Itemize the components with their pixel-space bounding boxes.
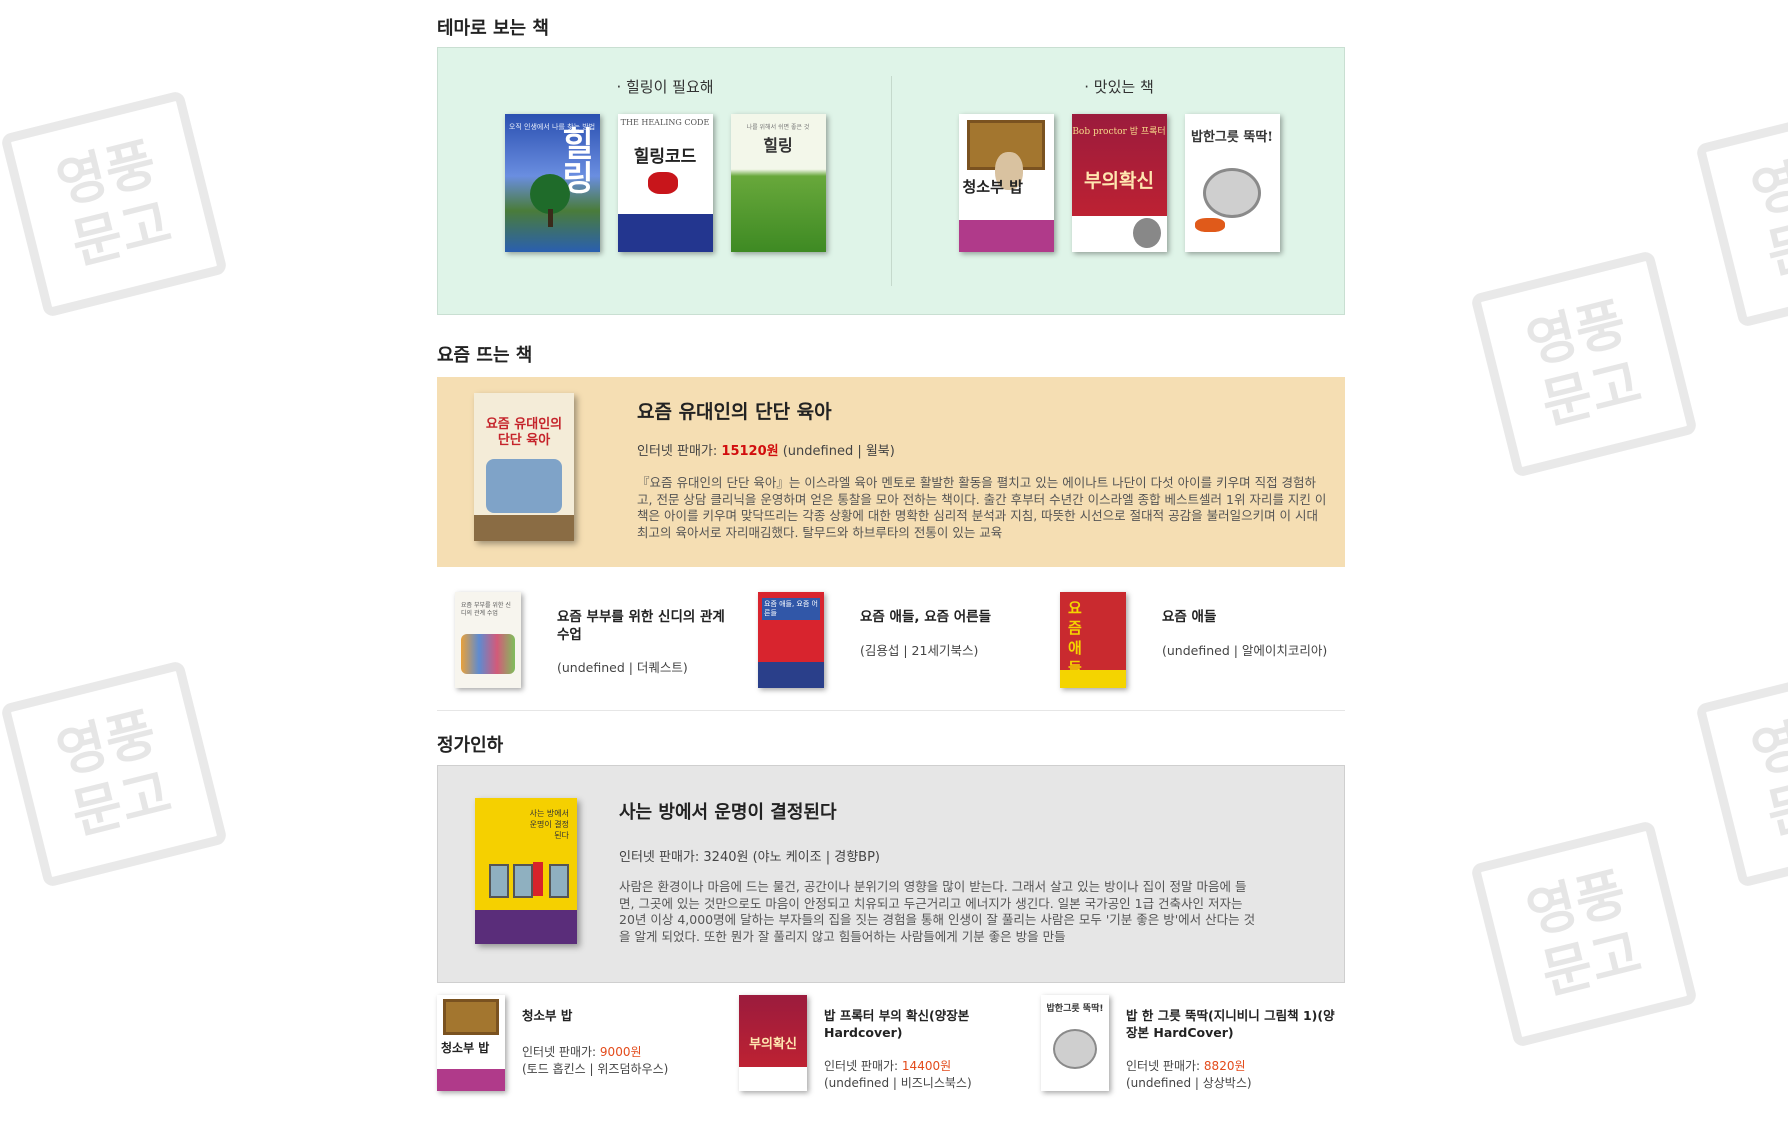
- book-cover[interactable]: 청소부 밥: [437, 995, 505, 1091]
- hot-book-list: 요즘 부부를 위한 신디의 관계 수업 요즘 부부를 위한 신디의 관계 수업 …: [437, 588, 1345, 708]
- book-title[interactable]: 요즘 부부를 위한 신디의 관계 수업: [557, 608, 737, 644]
- theme-section-title: 테마로 보는 책: [437, 18, 549, 39]
- theme-book-list: 청소부 밥 Bob proctor 밥 프록터 부의확신 밥한그릇 뚝딱!: [892, 114, 1346, 252]
- book-cover[interactable]: 나를 위해서 쉬면 좋은 것 힐링: [730, 114, 826, 252]
- list-item[interactable]: 요즘 부부를 위한 신디의 관계 수업 요즘 부부를 위한 신디의 관계 수업 …: [437, 588, 737, 698]
- watermark-stamp: 영풍문고: [1470, 250, 1698, 478]
- book-price-line: 인터넷 판매가: 8820원: [1126, 1059, 1246, 1073]
- book-cover[interactable]: 부의확신: [739, 995, 807, 1091]
- book-cover[interactable]: 요즘 애들: [1060, 592, 1126, 688]
- featured-price-line: 인터넷 판매가: 15120원 (undefined | 윌북): [637, 444, 895, 459]
- theme-column-healing: · 힐링이 필요해 오직 인생에서 나를 찾는 방법 힐링 THE HEALIN…: [438, 48, 892, 314]
- watermark-stamp: 영풍문고: [1695, 100, 1788, 328]
- featured-price-line: 인터넷 판매가: 3240원 (야노 케이조 | 경향BP): [619, 850, 880, 865]
- list-item[interactable]: 부의확신 밥 프록터 부의 확신(양장본 Hardcover) 인터넷 판매가:…: [739, 991, 1039, 1091]
- discount-section-title: 정가인하: [437, 735, 504, 756]
- book-price-line: 인터넷 판매가: 9000원: [522, 1045, 642, 1059]
- book-price: 9000원: [599, 1045, 642, 1059]
- watermark-stamp: 영풍문고: [0, 90, 228, 318]
- theme-label[interactable]: · 맛있는 책: [892, 76, 1346, 97]
- featured-description: 『요즘 유대인의 단단 육아』는 이스라엘 육아 멘토로 활발한 활동을 펼치고…: [637, 475, 1327, 540]
- book-cover[interactable]: 청소부 밥: [958, 114, 1054, 252]
- book-title[interactable]: 요즘 애들: [1162, 608, 1342, 626]
- theme-box: · 힐링이 필요해 오직 인생에서 나를 찾는 방법 힐링 THE HEALIN…: [437, 47, 1345, 315]
- book-meta: (김용섭 | 21세기북스): [860, 643, 979, 658]
- list-item[interactable]: 요즘 애들, 요즘 어른들 요즘 애들, 요즘 어른들 (김용섭 | 21세기북…: [740, 588, 1040, 698]
- theme-label[interactable]: · 힐링이 필요해: [438, 76, 892, 97]
- featured-book-cover[interactable]: 요즘 유대인의 단단 육아: [474, 393, 574, 541]
- featured-price: 15120원: [721, 444, 779, 459]
- list-item[interactable]: 청소부 밥 청소부 밥 인터넷 판매가: 9000원 (토드 홉킨스 | 위즈덤…: [437, 991, 737, 1091]
- discount-featured-box: 사는 방에서 운명이 결정된다 사는 방에서 운명이 결정된다 인터넷 판매가:…: [437, 765, 1345, 983]
- hot-section-title: 요즘 뜨는 책: [437, 345, 533, 366]
- theme-book-list: 오직 인생에서 나를 찾는 방법 힐링 THE HEALING CODE 힐링코…: [438, 114, 892, 252]
- book-price: 8820원: [1203, 1059, 1246, 1073]
- book-cover[interactable]: 밥한그릇 뚝딱!: [1184, 114, 1280, 252]
- book-price-line: 인터넷 판매가: 14400원: [824, 1059, 952, 1073]
- book-meta: (undefined | 상상박스): [1126, 1076, 1252, 1090]
- watermark-stamp: 영풍문고: [1695, 660, 1788, 888]
- book-cover[interactable]: Bob proctor 밥 프록터 부의확신: [1071, 114, 1167, 252]
- book-meta: (undefined | 더퀘스트): [557, 660, 688, 675]
- divider: [437, 710, 1345, 711]
- featured-book-title[interactable]: 사는 방에서 운명이 결정된다: [619, 798, 837, 824]
- discount-book-list: 청소부 밥 청소부 밥 인터넷 판매가: 9000원 (토드 홉킨스 | 위즈덤…: [437, 991, 1345, 1091]
- book-title[interactable]: 밥 프록터 부의 확신(양장본 Hardcover): [824, 1007, 1039, 1041]
- book-cover[interactable]: 오직 인생에서 나를 찾는 방법 힐링: [504, 114, 600, 252]
- theme-column-tasty: · 맛있는 책 청소부 밥 Bob proctor 밥 프록터 부의확신 밥한그…: [892, 48, 1346, 314]
- book-cover[interactable]: 요즘 애들, 요즘 어른들: [758, 592, 824, 688]
- book-meta: (undefined | 비즈니스북스): [824, 1076, 972, 1090]
- featured-book-cover[interactable]: 사는 방에서 운명이 결정된다: [475, 798, 577, 944]
- book-cover[interactable]: 밥한그릇 뚝딱!: [1041, 995, 1109, 1091]
- book-title[interactable]: 요즘 애들, 요즘 어른들: [860, 608, 1040, 626]
- book-meta: (undefined | 알에이치코리아): [1162, 643, 1328, 658]
- list-item[interactable]: 밥한그릇 뚝딱! 밥 한 그릇 뚝딱(지니비니 그림책 1)(양장본 HardC…: [1041, 991, 1341, 1091]
- book-cover[interactable]: THE HEALING CODE 힐링코드: [617, 114, 713, 252]
- book-price: 14400원: [901, 1059, 952, 1073]
- list-item[interactable]: 요즘 애들 요즘 애들 (undefined | 알에이치코리아): [1042, 588, 1342, 698]
- book-title[interactable]: 청소부 밥: [522, 1007, 737, 1024]
- featured-description: 사람은 환경이나 마음에 드는 물건, 공간이나 분위기의 영향을 많이 받는다…: [619, 879, 1256, 944]
- watermark-stamp: 영풍문고: [0, 660, 228, 888]
- watermark-stamp: 영풍문고: [1470, 820, 1698, 1048]
- hot-featured-box: 요즘 유대인의 단단 육아 요즘 유대인의 단단 육아 인터넷 판매가: 151…: [437, 377, 1345, 567]
- featured-book-title[interactable]: 요즘 유대인의 단단 육아: [637, 397, 832, 424]
- book-cover[interactable]: 요즘 부부를 위한 신디의 관계 수업: [455, 592, 521, 688]
- book-meta: (토드 홉킨스 | 위즈덤하우스): [522, 1062, 669, 1076]
- book-title[interactable]: 밥 한 그릇 뚝딱(지니비니 그림책 1)(양장본 HardCover): [1126, 1007, 1341, 1041]
